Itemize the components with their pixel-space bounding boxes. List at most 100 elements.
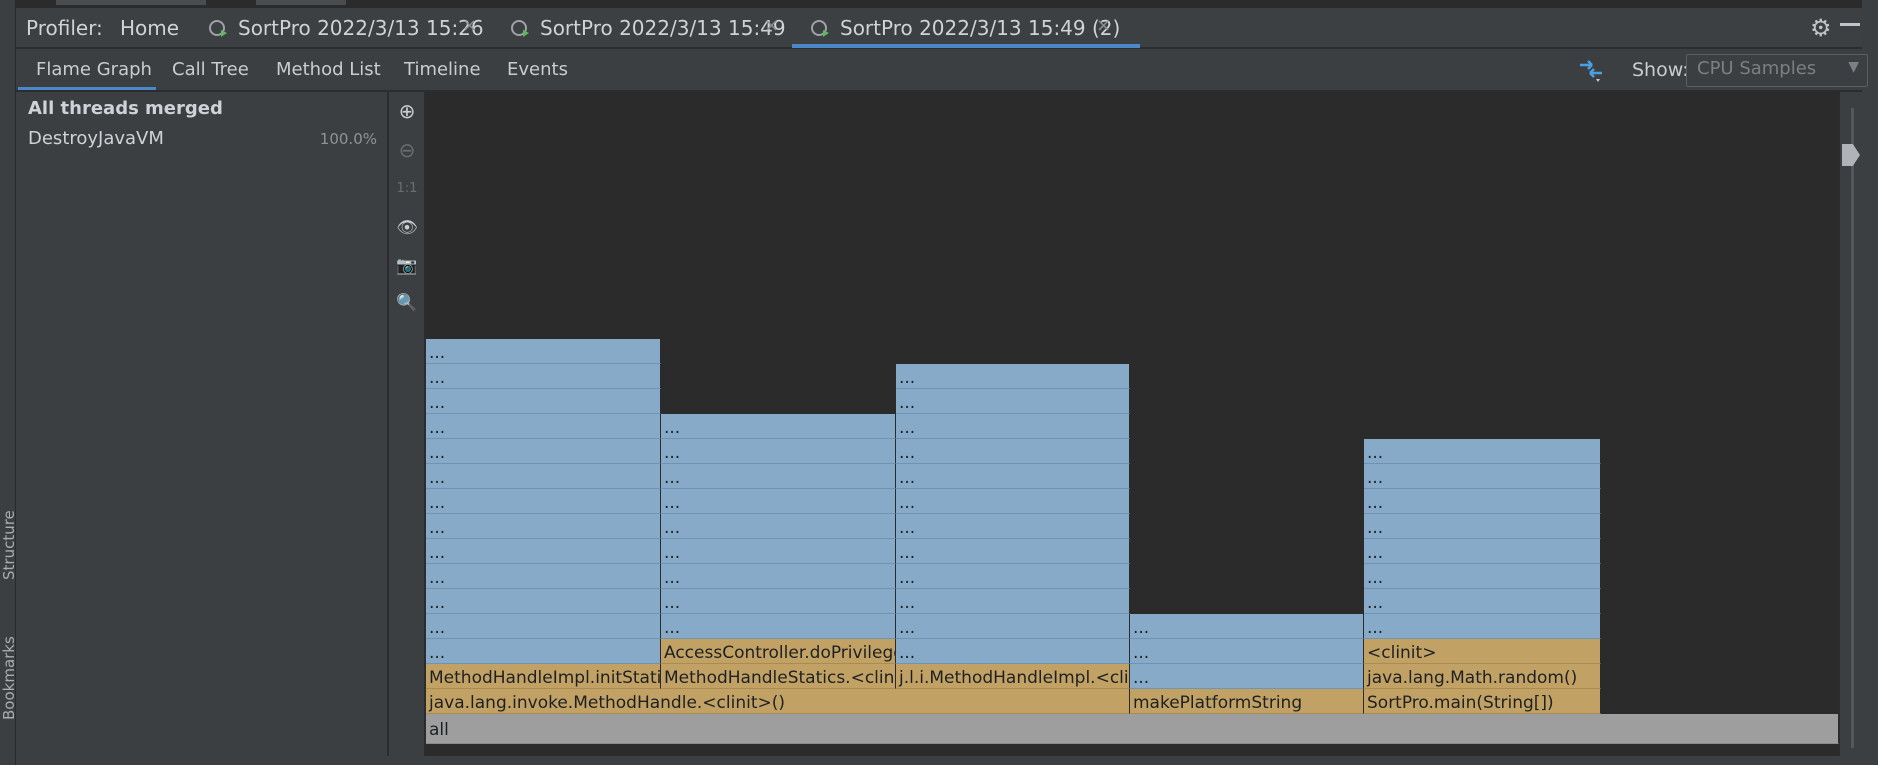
flame-frame[interactable]: ... <box>426 589 661 614</box>
chevron-down-icon: ▼ <box>1848 59 1859 75</box>
reset-zoom-icon[interactable]: 1:1 <box>394 176 420 202</box>
close-icon[interactable]: × <box>462 15 477 36</box>
gear-icon[interactable]: ⚙ <box>1810 14 1832 42</box>
flame-frame[interactable]: SortPro.main(String[]) <box>1364 689 1601 714</box>
thread-item-name[interactable]: DestroyJavaVM <box>28 128 164 149</box>
search-icon[interactable]: 🔍 <box>394 290 420 316</box>
flame-frame[interactable]: ... <box>1364 564 1601 589</box>
camera-icon[interactable]: 📷 <box>394 253 420 279</box>
flame-frame[interactable]: ... <box>661 414 896 439</box>
flame-frame[interactable]: java.lang.Math.random() <box>1364 664 1601 689</box>
eye-icon[interactable]: 👁 <box>394 215 420 241</box>
flame-toolbar: ⊕ ⊖ 1:1 👁 📷 🔍 <box>389 92 425 756</box>
flame-frame[interactable]: ... <box>426 439 661 464</box>
tab-timeline[interactable]: Timeline <box>404 59 481 80</box>
flame-frame[interactable]: ... <box>896 639 1130 664</box>
show-dropdown-value: CPU Samples <box>1697 58 1817 79</box>
compare-icon[interactable] <box>1576 57 1606 83</box>
flame-frame[interactable]: ... <box>896 414 1130 439</box>
flame-frame[interactable]: ... <box>661 589 896 614</box>
scroll-thumb[interactable] <box>1842 144 1860 166</box>
flame-frame[interactable]: ... <box>896 539 1130 564</box>
flame-frame[interactable]: ... <box>426 539 661 564</box>
flame-frame[interactable]: ... <box>896 614 1130 639</box>
tab-call-tree[interactable]: Call Tree <box>172 59 249 80</box>
flame-frame[interactable]: ... <box>896 439 1130 464</box>
flame-frame[interactable]: ... <box>896 489 1130 514</box>
run-tab-3-active[interactable]: SortPro 2022/3/13 15:49 (2) <box>840 16 1120 40</box>
bottom-strip <box>16 756 1862 765</box>
flame-frame[interactable]: ... <box>896 564 1130 589</box>
vertical-scrollbar[interactable] <box>1840 92 1862 756</box>
tab-method-list[interactable]: Method List <box>276 59 381 80</box>
flame-frame[interactable]: ... <box>661 439 896 464</box>
run-tab-1[interactable]: SortPro 2022/3/13 15:26 <box>238 16 484 40</box>
flame-graph[interactable]: all java.lang.invoke.MethodHandle.<clinit… <box>426 92 1839 756</box>
thread-item-percent: 100.0% <box>319 130 377 148</box>
flame-frame[interactable]: AccessController.doPrivileged <box>661 639 896 664</box>
close-icon[interactable]: × <box>764 15 779 36</box>
profiler-run-icon <box>209 20 227 37</box>
flame-frame[interactable]: ... <box>1364 539 1601 564</box>
flame-frame[interactable]: MethodHandleImpl.initStatics <box>426 664 661 689</box>
profiler-header: Profiler: Home SortPro 2022/3/13 15:26 ×… <box>16 8 1862 48</box>
top-sliver <box>16 0 1878 8</box>
flame-frame[interactable]: ... <box>661 489 896 514</box>
flame-frame[interactable]: ... <box>896 514 1130 539</box>
flame-frame[interactable]: ... <box>661 564 896 589</box>
flame-frame[interactable]: ... <box>661 514 896 539</box>
flame-frame[interactable]: ... <box>426 614 661 639</box>
flame-frame[interactable]: ... <box>1130 614 1364 639</box>
flame-frame[interactable]: ... <box>896 364 1130 389</box>
flame-frame[interactable]: ... <box>1364 464 1601 489</box>
zoom-in-icon[interactable]: ⊕ <box>394 98 420 124</box>
view-tabs: Flame Graph Call Tree Method List Timeli… <box>16 49 1868 91</box>
flame-frame[interactable]: ... <box>426 389 661 414</box>
tab-flame-graph[interactable]: Flame Graph <box>36 59 152 80</box>
flame-frame[interactable]: ... <box>426 489 661 514</box>
right-tool-strip <box>1862 0 1878 765</box>
flame-frame[interactable]: ... <box>1364 514 1601 539</box>
flame-frame[interactable]: ... <box>426 564 661 589</box>
flame-frame[interactable]: java.lang.invoke.MethodHandle.<clinit>() <box>426 689 1130 714</box>
flame-frame[interactable]: ... <box>1364 439 1601 464</box>
flame-frame[interactable]: MethodHandleStatics.<clinit> <box>661 664 896 689</box>
flame-frame[interactable]: ... <box>426 514 661 539</box>
flame-frame[interactable]: ... <box>896 389 1130 414</box>
minimize-icon[interactable] <box>1840 23 1860 26</box>
run-tab-2[interactable]: SortPro 2022/3/13 15:49 <box>540 16 786 40</box>
flame-frame[interactable]: ... <box>426 414 661 439</box>
flame-frame-root[interactable]: all <box>426 714 1839 744</box>
flame-frame[interactable]: ... <box>661 614 896 639</box>
flame-frame[interactable]: ... <box>896 464 1130 489</box>
show-dropdown[interactable]: CPU Samples ▼ <box>1686 54 1868 87</box>
close-icon[interactable]: × <box>1096 15 1111 36</box>
show-label: Show: <box>1632 59 1689 81</box>
scrollbar-track <box>1851 108 1854 748</box>
left-tool-strip: Structure Bookmarks <box>0 0 18 765</box>
profiler-title: Profiler: <box>26 16 103 40</box>
flame-frame[interactable]: ... <box>896 589 1130 614</box>
flame-frame[interactable]: j.l.i.MethodHandleImpl.<clinit> <box>896 664 1130 689</box>
zoom-out-icon[interactable]: ⊖ <box>394 137 420 163</box>
home-tab[interactable]: Home <box>120 16 179 40</box>
thread-list: All threads merged DestroyJavaVM 100.0% <box>16 92 388 756</box>
flame-frame[interactable]: ... <box>426 464 661 489</box>
flame-frame[interactable]: ... <box>426 364 661 389</box>
flame-frame[interactable]: ... <box>1130 664 1364 689</box>
profiler-run-icon <box>511 20 529 37</box>
flame-frame[interactable]: ... <box>1364 589 1601 614</box>
flame-frame[interactable]: <clinit> <box>1364 639 1601 664</box>
tab-events[interactable]: Events <box>507 59 568 80</box>
flame-frame[interactable]: ... <box>1130 639 1364 664</box>
flame-frame[interactable]: ... <box>426 639 661 664</box>
flame-frame[interactable]: ... <box>426 339 661 364</box>
thread-item-all-merged[interactable]: All threads merged <box>28 98 223 119</box>
active-tab-indicator <box>792 44 1140 48</box>
flame-frame[interactable]: makePlatformString <box>1130 689 1364 714</box>
selected-tab-indicator <box>18 87 156 90</box>
flame-frame[interactable]: ... <box>1364 489 1601 514</box>
flame-frame[interactable]: ... <box>661 464 896 489</box>
flame-frame[interactable]: ... <box>661 539 896 564</box>
flame-frame[interactable]: ... <box>1364 614 1601 639</box>
